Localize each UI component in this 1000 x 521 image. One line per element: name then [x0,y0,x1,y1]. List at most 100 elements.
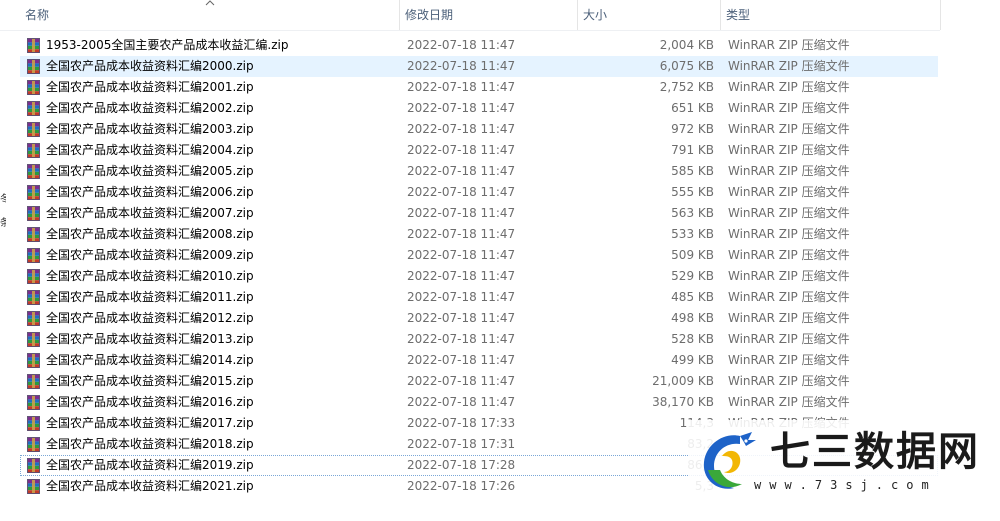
file-name[interactable]: 全国农产品成本收益资料汇编2018.zip [46,434,254,455]
winrar-archive-icon [27,332,40,347]
file-name[interactable]: 全国农产品成本收益资料汇编2008.zip [46,224,254,245]
file-type: WinRAR ZIP 压缩文件 [728,311,850,325]
file-row[interactable]: 全国农产品成本收益资料汇编2006.zip 2022-07-18 11:47 5… [20,182,938,203]
column-header-date[interactable]: 修改日期 [400,0,578,30]
file-modified-date: 2022-07-18 17:33 [407,416,516,430]
file-row[interactable]: 1953-2005全国主要农产品成本收益汇编.zip 2022-07-18 11… [20,35,938,56]
winrar-archive-icon [27,353,40,368]
file-row[interactable]: 全国农产品成本收益资料汇编2004.zip 2022-07-18 11:47 7… [20,140,938,161]
file-type: WinRAR ZIP 压缩文件 [728,374,850,388]
file-modified-date: 2022-07-18 11:47 [407,248,516,262]
file-type: WinRAR ZIP 压缩文件 [728,143,850,157]
file-name[interactable]: 全国农产品成本收益资料汇编2001.zip [46,77,254,98]
file-name[interactable]: 全国农产品成本收益资料汇编2016.zip [46,392,254,413]
watermark-title: 七三数据网 [770,428,980,475]
file-type: WinRAR ZIP 压缩文件 [728,101,850,115]
file-row[interactable]: 全国农产品成本收益资料汇编2002.zip 2022-07-18 11:47 6… [20,98,938,119]
file-modified-date: 2022-07-18 11:47 [407,59,516,73]
file-row[interactable]: 全国农产品成本收益资料汇编2001.zip 2022-07-18 11:47 2… [20,77,938,98]
file-name[interactable]: 全国农产品成本收益资料汇编2009.zip [46,245,254,266]
left-edge-glyph: 条 [0,218,6,228]
file-size: 528 KB [671,332,714,346]
file-name[interactable]: 全国农产品成本收益资料汇编2007.zip [46,203,254,224]
column-header-type[interactable]: 类型 [721,0,941,30]
file-row[interactable]: 全国农产品成本收益资料汇编2000.zip 2022-07-18 11:47 6… [20,56,938,77]
file-name[interactable]: 全国农产品成本收益资料汇编2006.zip [46,182,254,203]
winrar-archive-icon [27,269,40,284]
file-type: WinRAR ZIP 压缩文件 [728,248,850,262]
file-type: WinRAR ZIP 压缩文件 [728,332,850,346]
file-name[interactable]: 全国农产品成本收益资料汇编2003.zip [46,119,254,140]
file-size: 485 KB [671,290,714,304]
winrar-archive-icon [27,101,40,116]
winrar-archive-icon [27,479,40,494]
left-edge-glyph: 冬 [0,194,6,204]
watermark-url: www.73sj.com [754,478,937,492]
file-name[interactable]: 全国农产品成本收益资料汇编2011.zip [46,287,254,308]
file-type: WinRAR ZIP 压缩文件 [728,290,850,304]
winrar-archive-icon [27,143,40,158]
file-modified-date: 2022-07-18 11:47 [407,185,516,199]
file-type: WinRAR ZIP 压缩文件 [728,206,850,220]
file-modified-date: 2022-07-18 11:47 [407,101,516,115]
file-type: WinRAR ZIP 压缩文件 [728,227,850,241]
winrar-archive-icon [27,80,40,95]
file-name[interactable]: 全国农产品成本收益资料汇编2004.zip [46,140,254,161]
winrar-archive-icon [27,59,40,74]
file-modified-date: 2022-07-18 11:47 [407,290,516,304]
file-row[interactable]: 全国农产品成本收益资料汇编2011.zip 2022-07-18 11:47 4… [20,287,938,308]
file-name[interactable]: 全国农产品成本收益资料汇编2002.zip [46,98,254,119]
winrar-archive-icon [27,227,40,242]
file-modified-date: 2022-07-18 11:47 [407,143,516,157]
winrar-archive-icon [27,374,40,389]
file-row[interactable]: 全国农产品成本收益资料汇编2014.zip 2022-07-18 11:47 4… [20,350,938,371]
file-modified-date: 2022-07-18 17:28 [407,458,516,472]
file-modified-date: 2022-07-18 11:47 [407,332,516,346]
file-name[interactable]: 全国农产品成本收益资料汇编2015.zip [46,371,254,392]
winrar-archive-icon [27,206,40,221]
file-name[interactable]: 1953-2005全国主要农产品成本收益汇编.zip [46,35,288,56]
file-size: 651 KB [671,101,714,115]
file-type: WinRAR ZIP 压缩文件 [728,38,850,52]
file-name[interactable]: 全国农产品成本收益资料汇编2013.zip [46,329,254,350]
file-row[interactable]: 全国农产品成本收益资料汇编2015.zip 2022-07-18 11:47 2… [20,371,938,392]
winrar-archive-icon [27,395,40,410]
file-name[interactable]: 全国农产品成本收益资料汇编2012.zip [46,308,254,329]
file-modified-date: 2022-07-18 17:26 [407,479,516,493]
file-row[interactable]: 全国农产品成本收益资料汇编2010.zip 2022-07-18 11:47 5… [20,266,938,287]
file-type: WinRAR ZIP 压缩文件 [728,269,850,283]
file-modified-date: 2022-07-18 11:47 [407,395,516,409]
file-row[interactable]: 全国农产品成本收益资料汇编2016.zip 2022-07-18 11:47 3… [20,392,938,413]
file-name[interactable]: 全国农产品成本收益资料汇编2014.zip [46,350,254,371]
column-header-size[interactable]: 大小 [578,0,721,30]
file-modified-date: 2022-07-18 11:47 [407,269,516,283]
file-name[interactable]: 全国农产品成本收益资料汇编2017.zip [46,413,254,434]
file-modified-date: 2022-07-18 11:47 [407,374,516,388]
file-row[interactable]: 全国农产品成本收益资料汇编2003.zip 2022-07-18 11:47 9… [20,119,938,140]
file-row[interactable]: 全国农产品成本收益资料汇编2008.zip 2022-07-18 11:47 5… [20,224,938,245]
file-row[interactable]: 全国农产品成本收益资料汇编2012.zip 2022-07-18 11:47 4… [20,308,938,329]
file-row[interactable]: 全国农产品成本收益资料汇编2007.zip 2022-07-18 11:47 5… [20,203,938,224]
file-row[interactable]: 全国农产品成本收益资料汇编2009.zip 2022-07-18 11:47 5… [20,245,938,266]
file-row[interactable]: 全国农产品成本收益资料汇编2013.zip 2022-07-18 11:47 5… [20,329,938,350]
file-modified-date: 2022-07-18 11:47 [407,353,516,367]
file-name[interactable]: 全国农产品成本收益资料汇编2019.zip [46,455,254,476]
watermark: 七三数据网 www.73sj.com [688,420,978,508]
winrar-archive-icon [27,437,40,452]
file-name[interactable]: 全国农产品成本收益资料汇编2010.zip [46,266,254,287]
file-explorer: 名称 修改日期 大小 类型 冬 条 1953-2005全国主要农产品成本收益汇编… [0,0,1000,521]
file-size: 6,075 KB [659,59,714,73]
winrar-archive-icon [27,122,40,137]
file-type: WinRAR ZIP 压缩文件 [728,80,850,94]
file-size: 563 KB [671,206,714,220]
file-name[interactable]: 全国农产品成本收益资料汇编2021.zip [46,476,254,497]
file-modified-date: 2022-07-18 11:47 [407,80,516,94]
file-name[interactable]: 全国农产品成本收益资料汇编2000.zip [46,56,254,77]
column-header-bar: 名称 修改日期 大小 类型 [0,0,941,31]
file-size: 529 KB [671,269,714,283]
file-name[interactable]: 全国农产品成本收益资料汇编2005.zip [46,161,254,182]
file-size: 499 KB [671,353,714,367]
file-modified-date: 2022-07-18 17:31 [407,437,516,451]
winrar-archive-icon [27,311,40,326]
file-row[interactable]: 全国农产品成本收益资料汇编2005.zip 2022-07-18 11:47 5… [20,161,938,182]
